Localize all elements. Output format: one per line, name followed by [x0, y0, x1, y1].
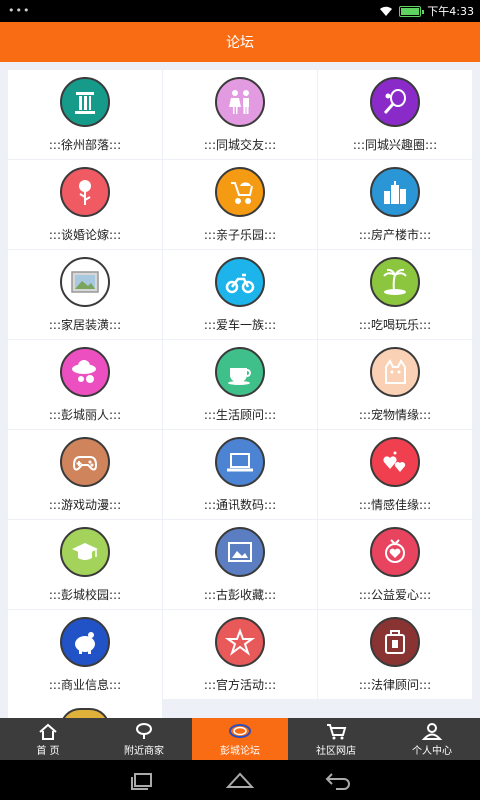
gamepad-icon: [60, 437, 110, 487]
tab-home[interactable]: 首 页: [0, 718, 96, 760]
cart-icon: [327, 723, 347, 739]
motorbike-icon: [215, 257, 265, 307]
system-nav-bar: [0, 760, 480, 800]
forum-item-label: :::公益爱心:::: [358, 588, 432, 602]
piggy-bank-icon: [60, 617, 110, 667]
star-icon: [215, 617, 265, 667]
forum-item-label: :::徐州部落:::: [48, 138, 122, 152]
rose-icon: [60, 167, 110, 217]
laptop-icon: [215, 437, 265, 487]
forum-item-partial[interactable]: [8, 698, 162, 718]
forum-item-label: :::通讯数码:::: [203, 498, 277, 512]
stroller-icon: [215, 167, 265, 217]
forum-item-label: :::情感佳缘:::: [358, 498, 432, 512]
home-nav-icon[interactable]: [226, 770, 254, 790]
forum-item[interactable]: :::宠物情缘:::: [318, 340, 472, 429]
forum-list[interactable]: :::徐州部落::::::同城交友::::::同城兴趣圈::::::谈婚论嫁::…: [0, 62, 480, 718]
forum-item[interactable]: :::吃喝玩乐:::: [318, 250, 472, 339]
coffee-cup-icon: [215, 347, 265, 397]
forum-item[interactable]: :::爱车一族:::: [163, 250, 317, 339]
pillar-icon: [60, 77, 110, 127]
back-icon[interactable]: [324, 770, 352, 790]
notification-dots: •••: [8, 4, 31, 17]
forum-item-label: :::彭城校园:::: [48, 588, 122, 602]
tab-label: 社区网店: [316, 745, 356, 757]
title-bar: 论坛: [0, 22, 480, 62]
forum-item[interactable]: :::家居装潢:::: [8, 250, 162, 339]
forum-item[interactable]: :::徐州部落:::: [8, 70, 162, 159]
status-time: 下午4:33: [427, 5, 474, 18]
briefcase-icon: [370, 617, 420, 667]
forum-item-label: :::彭城丽人:::: [48, 408, 122, 422]
tab-label: 个人中心: [412, 745, 452, 757]
forum-item[interactable]: :::谈婚论嫁:::: [8, 160, 162, 249]
location-icon: [136, 722, 152, 739]
forum-item-label: :::游戏动漫:::: [48, 498, 122, 512]
user-icon: [421, 722, 443, 740]
forum-item-label: :::古彭收藏:::: [203, 588, 277, 602]
forum-item[interactable]: :::古彭收藏:::: [163, 520, 317, 609]
bottom-tab-bar: 首 页 附近商家 彭城论坛 社区网店 个人中心: [0, 718, 480, 760]
forum-item-label: :::谈婚论嫁:::: [48, 228, 122, 242]
forum-item[interactable]: :::彭城丽人:::: [8, 340, 162, 429]
tab-location[interactable]: 附近商家: [96, 718, 192, 760]
tab-swirl-logo[interactable]: 彭城论坛: [192, 718, 288, 760]
tab-user[interactable]: 个人中心: [384, 718, 480, 760]
forum-item[interactable]: :::法律顾问:::: [318, 610, 472, 699]
home-icon: [39, 723, 57, 740]
forum-item[interactable]: :::房产楼市:::: [318, 160, 472, 249]
forum-item-label: :::同城兴趣圈:::: [352, 138, 438, 152]
partial-icon: [60, 708, 110, 718]
forum-item-label: :::爱车一族:::: [203, 318, 277, 332]
forum-item[interactable]: :::亲子乐园:::: [163, 160, 317, 249]
forum-item[interactable]: :::通讯数码:::: [163, 430, 317, 519]
picture-frame-icon: [60, 257, 110, 307]
forum-item-label: :::吃喝玩乐:::: [358, 318, 432, 332]
buildings-icon: [370, 167, 420, 217]
forum-item-label: :::房产楼市:::: [358, 228, 432, 242]
wifi-icon: [380, 6, 393, 16]
tab-label: 附近商家: [124, 745, 164, 757]
couple-icon: [215, 77, 265, 127]
hearts-icon: [370, 437, 420, 487]
forum-item-label: :::家居装潢:::: [48, 318, 122, 332]
image-frame-icon: [215, 527, 265, 577]
forum-item[interactable]: :::生活顾问:::: [163, 340, 317, 429]
battery-icon: [399, 5, 425, 17]
forum-item-label: :::生活顾问:::: [203, 408, 277, 422]
forum-item-label: :::宠物情缘:::: [358, 408, 432, 422]
forum-item[interactable]: :::公益爱心:::: [318, 520, 472, 609]
forum-item[interactable]: :::情感佳缘:::: [318, 430, 472, 519]
tab-cart[interactable]: 社区网店: [288, 718, 384, 760]
page-title: 论坛: [226, 35, 254, 51]
forum-item[interactable]: :::同城兴趣圈:::: [318, 70, 472, 159]
forum-item-label: :::官方活动:::: [203, 678, 277, 692]
recent-apps-icon[interactable]: [128, 770, 156, 790]
forum-item[interactable]: :::同城交友:::: [163, 70, 317, 159]
swirl-logo-icon: [229, 723, 251, 738]
tab-label: 首 页: [36, 745, 60, 757]
tennis-icon: [370, 77, 420, 127]
tab-label: 彭城论坛: [220, 745, 260, 757]
forum-item-label: :::亲子乐园:::: [203, 228, 277, 242]
lady-hat-icon: [60, 347, 110, 397]
status-bar: ••• 下午4:33: [0, 0, 480, 22]
forum-item-label: :::法律顾问:::: [358, 678, 432, 692]
cat-icon: [370, 347, 420, 397]
heart-medal-icon: [370, 527, 420, 577]
forum-item[interactable]: :::游戏动漫:::: [8, 430, 162, 519]
forum-item[interactable]: :::官方活动:::: [163, 610, 317, 699]
forum-item-label: :::同城交友:::: [203, 138, 277, 152]
forum-item[interactable]: :::商业信息:::: [8, 610, 162, 699]
graduation-cap-icon: [60, 527, 110, 577]
palm-island-icon: [370, 257, 420, 307]
forum-item-label: :::商业信息:::: [48, 678, 122, 692]
forum-item[interactable]: :::彭城校园:::: [8, 520, 162, 609]
